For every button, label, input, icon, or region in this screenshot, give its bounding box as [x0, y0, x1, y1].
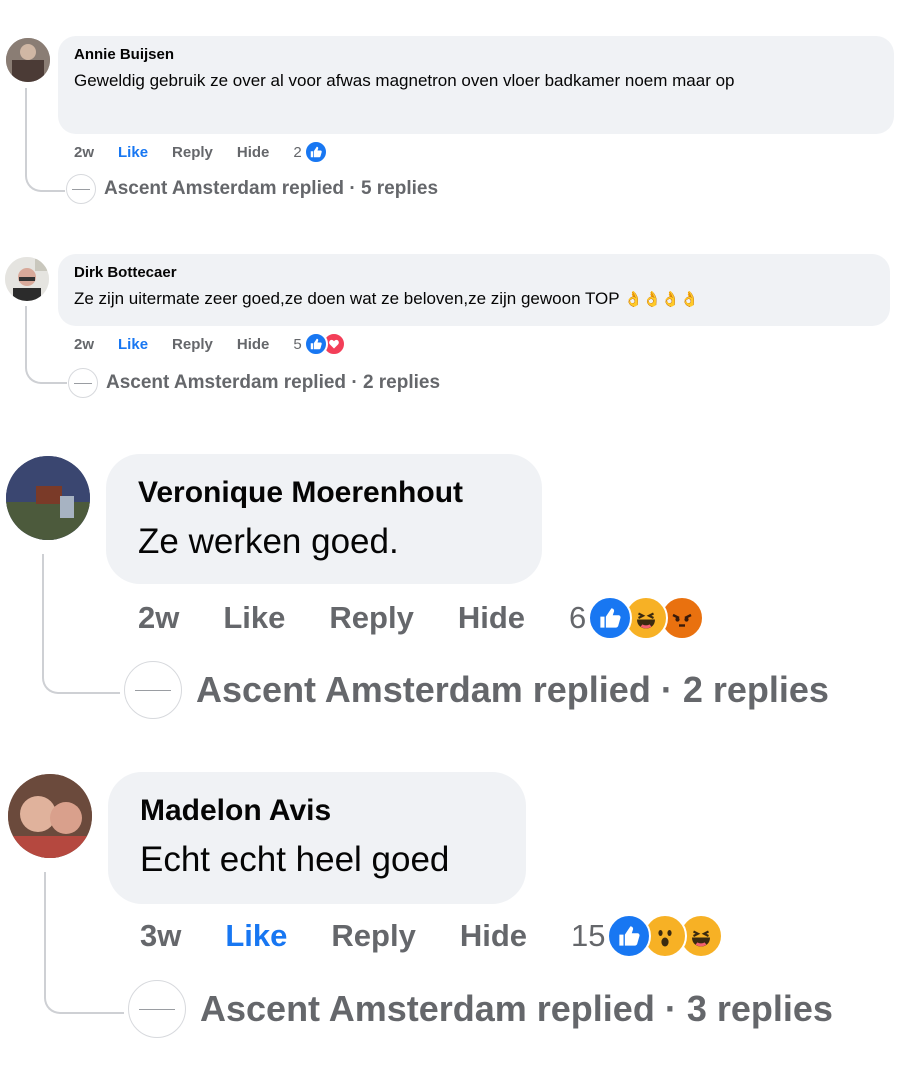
- reply-connector: [42, 554, 120, 694]
- replied-by: Ascent Amsterdam replied: [196, 669, 651, 710]
- avatar[interactable]: [5, 257, 49, 301]
- view-replies[interactable]: Ascent Amsterdam replied · 3 replies: [128, 978, 833, 1040]
- comment-bubble: Annie Buijsen Geweldig gebruik ze over a…: [58, 36, 894, 134]
- separator: ·: [344, 178, 361, 199]
- hide-button[interactable]: Hide: [237, 144, 270, 161]
- view-replies[interactable]: Ascent Amsterdam replied · 2 replies: [68, 366, 440, 400]
- avatar[interactable]: [6, 456, 90, 540]
- reaction-summary[interactable]: 15: [571, 914, 724, 958]
- comment-bubble: Madelon Avis Echt echt heel goed: [108, 772, 526, 904]
- like-icon: [303, 140, 328, 164]
- view-replies[interactable]: Ascent Amsterdam replied · 5 replies: [66, 172, 438, 206]
- comment-timestamp[interactable]: 2w: [74, 336, 94, 353]
- replied-by: Ascent Amsterdam replied: [200, 988, 655, 1029]
- hide-button[interactable]: Hide: [460, 918, 527, 954]
- view-replies[interactable]: Ascent Amsterdam replied · 2 replies: [124, 660, 829, 720]
- comment-timestamp[interactable]: 3w: [140, 918, 181, 954]
- reaction-count: 5: [293, 335, 302, 353]
- reaction-summary[interactable]: 5: [293, 332, 346, 356]
- comment-author[interactable]: Veronique Moerenhout: [138, 476, 510, 510]
- reply-connector: [44, 872, 124, 1014]
- comment-actions: 3w Like Reply Hide 15: [140, 914, 724, 958]
- separator: ·: [650, 669, 683, 710]
- avatar-photo: [5, 257, 49, 301]
- avatar[interactable]: [6, 38, 50, 82]
- reply-count: 2 replies: [362, 372, 441, 393]
- comment-actions: 2w Like Reply Hide 6: [138, 596, 705, 640]
- comment-actions: 2w Like Reply Hide 5: [74, 332, 346, 356]
- comment-thread: Dirk Bottecaer Ze zijn uitermate zeer go…: [0, 230, 900, 410]
- reply-count: 2 replies: [682, 669, 829, 710]
- separator: ·: [346, 372, 363, 393]
- comment-timestamp[interactable]: 2w: [138, 600, 179, 636]
- reaction-count: 2: [293, 143, 302, 161]
- replied-by: Ascent Amsterdam replied: [104, 178, 345, 199]
- page-avatar: [68, 368, 98, 398]
- reply-count: 5 replies: [360, 178, 439, 199]
- like-button[interactable]: Like: [225, 918, 287, 954]
- reaction-summary[interactable]: 2: [293, 140, 328, 164]
- like-button[interactable]: Like: [118, 144, 148, 161]
- comment-thread: Veronique Moerenhout Ze werken goed. 2w …: [0, 450, 900, 730]
- avatar-photo: [6, 456, 90, 540]
- emoji: 👌👌👌👌: [624, 291, 699, 308]
- like-icon: [303, 332, 328, 356]
- comment-actions: 2w Like Reply Hide 2: [74, 140, 328, 164]
- reply-button[interactable]: Reply: [172, 336, 213, 353]
- comment-text: Ze zijn uitermate zeer goed,ze doen wat …: [74, 285, 874, 314]
- comment-text: Echt echt heel goed: [140, 840, 450, 879]
- comment-author[interactable]: Madelon Avis: [140, 794, 494, 828]
- reply-button[interactable]: Reply: [172, 144, 213, 161]
- page-avatar: [128, 980, 186, 1038]
- comment-thread: Madelon Avis Echt echt heel goed 3w Like…: [0, 768, 900, 1068]
- page-avatar: [124, 661, 182, 719]
- replied-by: Ascent Amsterdam replied: [106, 372, 347, 393]
- like-icon: [607, 914, 652, 958]
- comment-bubble: Dirk Bottecaer Ze zijn uitermate zeer go…: [58, 254, 890, 326]
- like-button[interactable]: Like: [118, 336, 148, 353]
- reply-button[interactable]: Reply: [329, 600, 413, 636]
- comment-bubble: Veronique Moerenhout Ze werken goed.: [106, 454, 542, 584]
- reply-count: 3 replies: [686, 988, 833, 1029]
- avatar-photo: [8, 774, 92, 858]
- hide-button[interactable]: Hide: [237, 336, 270, 353]
- hide-button[interactable]: Hide: [458, 600, 525, 636]
- reply-button[interactable]: Reply: [331, 918, 415, 954]
- comment-text-body: Ze zijn uitermate zeer goed,ze doen wat …: [74, 289, 620, 308]
- like-button[interactable]: Like: [223, 600, 285, 636]
- page-avatar: [66, 174, 96, 204]
- comment-text: Geweldig gebruik ze over al voor afwas m…: [74, 71, 735, 90]
- reaction-count: 6: [569, 600, 587, 635]
- comment-author[interactable]: Dirk Bottecaer: [74, 264, 874, 281]
- avatar[interactable]: [8, 774, 92, 858]
- comment-thread: Annie Buijsen Geweldig gebruik ze over a…: [0, 0, 900, 220]
- separator: ·: [654, 988, 687, 1029]
- avatar-photo: [6, 38, 50, 82]
- comment-author[interactable]: Annie Buijsen: [74, 46, 878, 63]
- comment-text: Ze werken goed.: [138, 522, 399, 561]
- reaction-summary[interactable]: 6: [569, 596, 705, 640]
- comment-timestamp[interactable]: 2w: [74, 144, 94, 161]
- like-icon: [588, 596, 633, 640]
- reaction-count: 15: [571, 918, 606, 953]
